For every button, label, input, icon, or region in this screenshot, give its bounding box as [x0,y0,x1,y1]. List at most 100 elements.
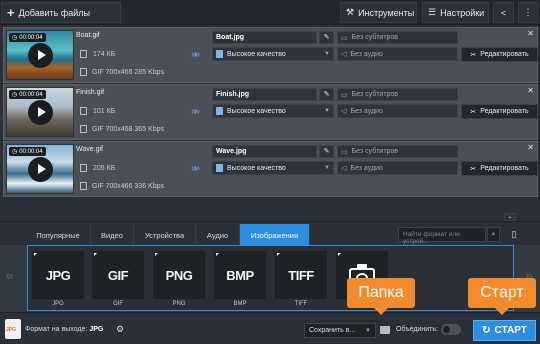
expand-panel-button[interactable]: ⌄ [504,213,516,221]
edit-button[interactable]: ✂ Редактировать [461,47,538,62]
audio-dropdown[interactable]: ◁ Без аудио [337,104,458,118]
play-icon[interactable] [28,43,53,68]
chevron-left-icon[interactable]: « [6,267,14,283]
quality-dropdown[interactable]: Высокое качество ▼ [212,104,334,118]
folder-icon[interactable] [380,326,390,334]
close-icon[interactable]: ✕ [527,29,534,38]
quality-text: Высокое качество [227,164,286,172]
tab-video[interactable]: Видео [91,224,134,246]
format-logo: GIF [107,267,129,283]
file-icon [216,107,223,115]
more-menu-button[interactable]: ⋮ [518,2,538,23]
output-name[interactable]: Wave.jpg [212,145,317,158]
duration-text: 00:00:04 [19,91,43,98]
start-button[interactable]: ↻ СТАРТ [473,320,536,341]
subtitles-dropdown[interactable]: ▭ Без субтитров [337,145,458,158]
audio-dropdown[interactable]: ◁ Без аудио [337,47,458,61]
subtitles-dropdown[interactable]: ▭ Без субтитров [337,31,458,44]
start-label: СТАРТ [494,325,527,336]
edit-label: Редактировать [480,165,529,172]
file-meta: GIF 700x466 336 Kbps [80,182,164,190]
audio-dropdown[interactable]: ◁ Без аудио [337,161,458,175]
start-callout: Старт [468,278,536,315]
tab-audio[interactable]: Аудио [196,224,240,246]
top-toolbar: + Добавить файлы ⚒ Инструменты ☰ Настрой… [0,0,540,25]
tab-devices[interactable]: Устройства [134,224,196,246]
format-logo: BMP [226,267,254,283]
share-icon: < [500,7,507,18]
output-name[interactable]: Finish.jpg [212,88,317,101]
output-format-label: Формат на выходе: [25,326,88,333]
edit-button[interactable]: ✂ Редактировать [461,104,538,119]
file-size-text: 101 КБ [93,107,116,115]
refresh-icon: ↻ [482,325,491,336]
gear-icon[interactable]: ⚙ [116,324,124,335]
video-thumbnail[interactable]: ◷ 00:00:04 [6,30,74,80]
close-icon[interactable]: ✕ [527,86,534,95]
output-name[interactable]: Boat.jpg [212,31,317,44]
tab-popular[interactable]: Популярные [26,224,91,246]
file-meta-text: GIF 700x466 336 Kbps [92,182,164,190]
file-size-text: 205 КБ [93,164,116,172]
file-size: 205 КБ [80,164,115,172]
settings-button[interactable]: ☰ Настройки [422,2,489,23]
pencil-icon[interactable]: ✎ [319,145,334,158]
format-gif[interactable]: GIF [91,250,145,300]
pencil-icon[interactable]: ✎ [319,88,334,101]
subtitles-text: Без субтитров [351,34,399,41]
scissors-icon: ✂ [470,165,477,173]
file-row-wave[interactable]: ◷ 00:00:04 Wave.gif 205 КБ GIF 700x466 3… [3,141,538,197]
save-location-dropdown[interactable]: Сохранить в... ▼ [304,323,376,338]
share-button[interactable]: < [493,2,514,23]
merge-toggle[interactable] [441,324,461,335]
file-row-boat[interactable]: ◷ 00:00:04 Boat.gif 174 КБ GIF 700x466 2… [3,27,538,83]
formats-panel: JPG JPG GIF GIF PNG PNG BMP BMP TIFF TIF… [27,245,514,311]
image-icon [80,125,87,133]
tools-button[interactable]: ⚒ Инструменты [340,2,417,23]
clock-icon: ◷ [12,92,18,98]
save-location-text: Сохранить в... [309,327,356,334]
subtitles-dropdown[interactable]: ▭ Без субтитров [337,88,458,101]
formats-area: « JPG JPG GIF GIF PNG PNG BMP BMP TIFF T… [0,245,540,312]
scissors-icon: ✂ [470,108,477,116]
quality-dropdown[interactable]: Высокое качество ▼ [212,47,334,61]
device-detect-icon[interactable]: ▯ [506,226,522,243]
file-meta-text: GIF 700x466 285 Kbps [92,68,164,76]
format-jpg[interactable]: JPG [31,250,85,300]
file-icon [80,50,87,58]
play-icon[interactable] [28,157,53,182]
video-thumbnail[interactable]: ◷ 00:00:04 [6,144,74,194]
convert-arrows-icon: »» [191,106,200,117]
chevron-down-icon: ▼ [324,51,330,57]
tab-images[interactable]: Изображения [240,224,310,246]
format-search-input[interactable]: Найти формат или устрой... [398,227,486,245]
pencil-icon[interactable]: ✎ [319,31,334,44]
close-icon[interactable]: ✕ [527,143,534,152]
format-tiff[interactable]: TIFF [274,250,328,300]
format-png[interactable]: PNG [152,250,206,300]
quality-dropdown[interactable]: Высокое качество ▼ [212,161,334,175]
video-thumbnail[interactable]: ◷ 00:00:04 [6,87,74,137]
format-bmp[interactable]: BMP [213,250,267,300]
add-files-button[interactable]: + Добавить файлы [1,2,121,23]
format-logo: TIFF [288,267,314,283]
speech-bubble-icon: ▭ [341,148,348,156]
image-icon [80,182,87,190]
vertical-dots-icon: ⋮ [523,7,533,17]
quality-text: Высокое качество [227,107,286,115]
chevron-down-icon: ▼ [324,165,330,171]
file-row-finish[interactable]: ◷ 00:00:04 Finish.gif 101 КБ GIF 700x468… [3,84,538,140]
format-logo: JPG [45,267,71,283]
speech-bubble-icon: ▭ [341,34,348,42]
scissors-icon: ✂ [470,51,477,59]
search-icon[interactable]: ⌕ [487,227,500,242]
speech-bubble-icon: ▭ [341,91,348,99]
play-icon[interactable] [28,100,53,125]
format-tabs-bar: Популярные Видео Устройства Аудио Изобра… [0,221,540,246]
edit-button[interactable]: ✂ Редактировать [461,161,538,176]
audio-text: Без аудио [350,107,383,115]
edit-label: Редактировать [480,108,529,115]
file-icon [216,164,223,172]
file-meta: GIF 700x468 365 Kbps [80,125,164,133]
file-meta-text: GIF 700x468 365 Kbps [92,125,164,133]
